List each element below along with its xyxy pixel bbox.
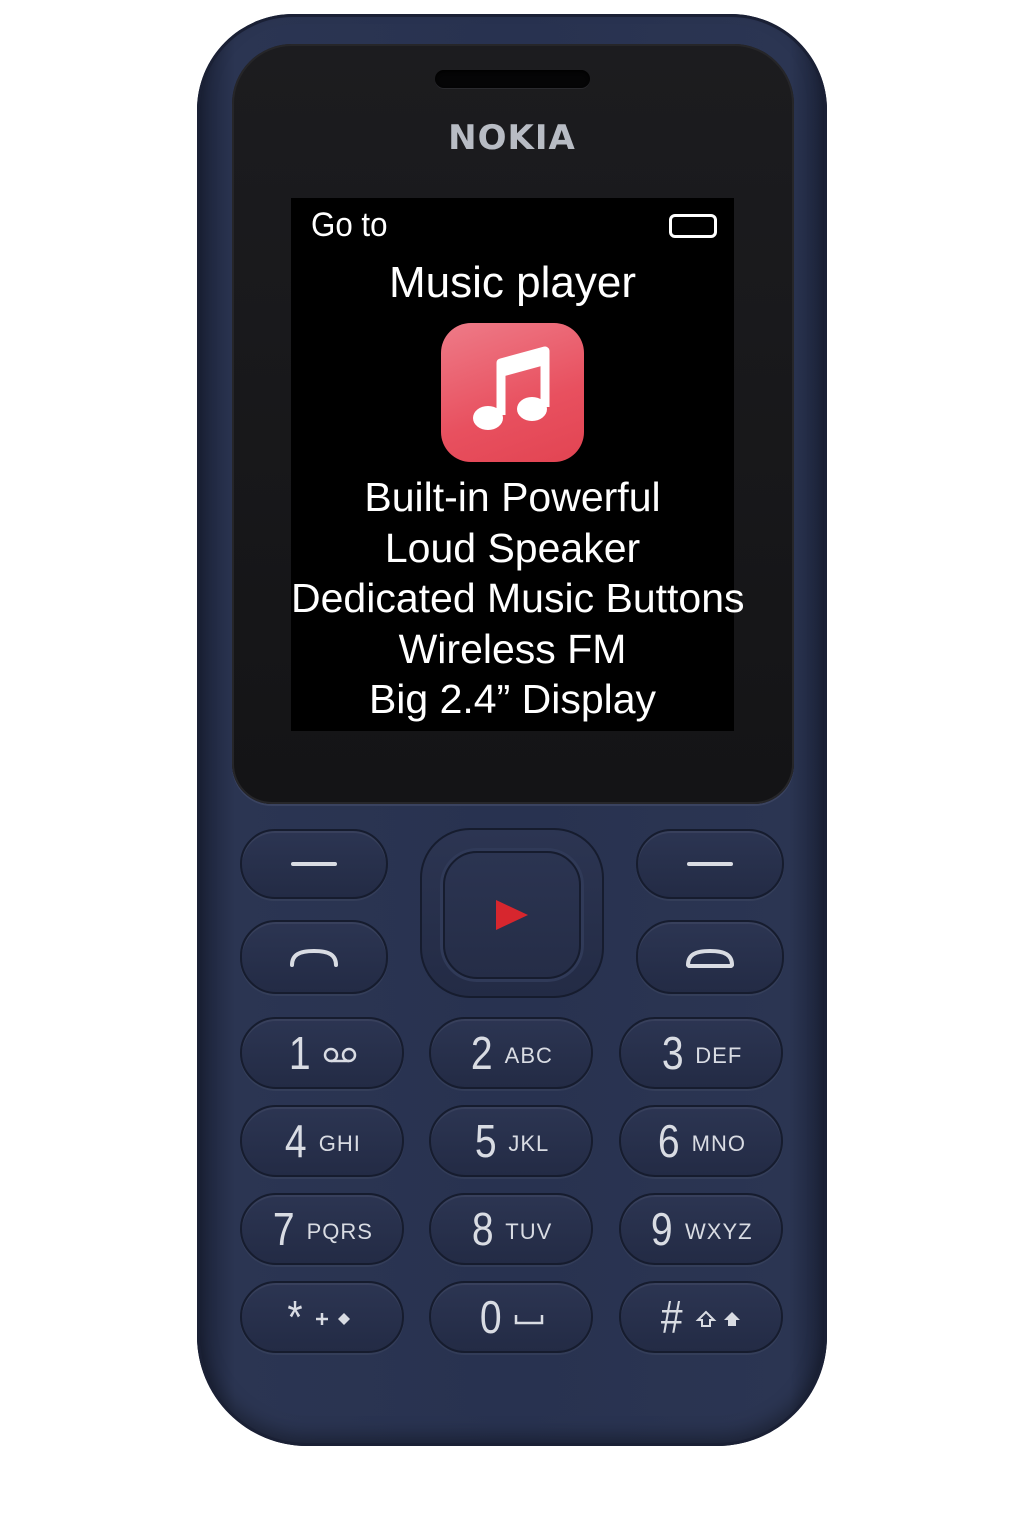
- key-star[interactable]: *: [240, 1281, 404, 1353]
- key-digit: 5: [474, 1115, 497, 1167]
- key-4[interactable]: 4 GHI: [240, 1105, 404, 1177]
- key-letters: WXYZ: [685, 1219, 753, 1244]
- key-digit: 2: [470, 1027, 493, 1079]
- key-letters: DEF: [695, 1043, 743, 1068]
- feature-list: Built-in Powerful Loud Speaker Dedicated…: [291, 472, 745, 725]
- dash-icon: [291, 862, 337, 866]
- key-digit: 6: [657, 1115, 680, 1167]
- battery-icon: [669, 214, 717, 238]
- left-soft-key[interactable]: [240, 829, 388, 899]
- call-icon: [290, 948, 338, 967]
- key-9[interactable]: 9 WXYZ: [619, 1193, 783, 1265]
- earpiece-speaker: [435, 70, 590, 88]
- key-2[interactable]: 2 ABC: [429, 1017, 593, 1089]
- key-digit: 9: [651, 1203, 674, 1255]
- music-app-icon[interactable]: [441, 323, 584, 462]
- music-note-icon: [473, 346, 550, 430]
- key-digit: 1: [289, 1027, 311, 1079]
- end-call-icon: [686, 948, 734, 968]
- feature-line: Built-in Powerful: [364, 474, 661, 520]
- key-digit: 3: [661, 1027, 684, 1079]
- feature-line: Loud Speaker: [384, 524, 641, 571]
- feature-line: Wireless FM: [398, 625, 627, 672]
- key-8[interactable]: 8 TUV: [429, 1193, 593, 1265]
- screen-title: Music player: [389, 258, 636, 307]
- plus-diamond-icon: [315, 1313, 350, 1325]
- key-letters: GHI: [318, 1131, 361, 1156]
- feature-line: Big 2.4” Display: [368, 676, 657, 722]
- call-button[interactable]: [240, 920, 388, 994]
- key-letters: MNO: [691, 1131, 746, 1156]
- shift-icon: [695, 1310, 740, 1327]
- key-digit: 8: [471, 1203, 494, 1255]
- brand-logo: NOKIA: [448, 118, 576, 158]
- space-icon: [514, 1315, 544, 1325]
- key-digit: *: [287, 1291, 303, 1343]
- key-letters: TUV: [505, 1219, 553, 1244]
- key-6[interactable]: 6 MNO: [619, 1105, 783, 1177]
- voicemail-icon: [323, 1047, 357, 1063]
- key-1[interactable]: 1: [240, 1017, 404, 1089]
- feature-line: Dedicated Music Buttons: [291, 575, 745, 621]
- key-7[interactable]: 7 PQRS: [240, 1193, 404, 1265]
- key-digit: #: [661, 1291, 683, 1343]
- key-letters: PQRS: [306, 1219, 373, 1244]
- dash-icon: [687, 862, 733, 866]
- end-call-button[interactable]: [636, 920, 784, 994]
- key-3[interactable]: 3 DEF: [619, 1017, 783, 1089]
- key-letters: ABC: [504, 1043, 553, 1068]
- play-icon: [496, 900, 528, 930]
- key-letters: JKL: [508, 1131, 550, 1156]
- key-digit: 7: [272, 1203, 295, 1255]
- status-label: Go to: [311, 206, 388, 244]
- key-5[interactable]: 5 JKL: [429, 1105, 593, 1177]
- key-hash[interactable]: #: [619, 1281, 783, 1353]
- key-digit: 4: [285, 1115, 307, 1167]
- key-digit: 0: [480, 1291, 502, 1343]
- right-soft-key[interactable]: [636, 829, 784, 899]
- display-screen: Go to Music player Built-in Powerful Lou…: [291, 198, 745, 731]
- key-0[interactable]: 0: [429, 1281, 593, 1353]
